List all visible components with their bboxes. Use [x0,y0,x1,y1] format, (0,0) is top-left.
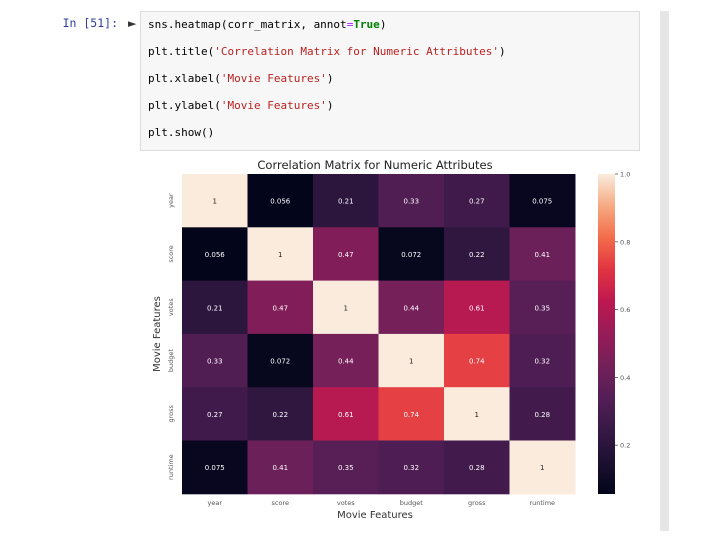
colorbar-tick-label: 0.8 [620,238,630,246]
heatmap-annotation: 0.21 [338,198,354,206]
heatmap-annotation: 0.41 [272,464,288,472]
vertical-scrollbar[interactable] [660,11,669,531]
heatmap-annotation: 0.33 [207,358,223,366]
heatmap-annotation: 0.072 [401,251,421,259]
x-tick-label-year: year [207,499,222,507]
heatmap-annotation: 0.075 [205,464,225,472]
chart-title: Correlation Matrix for Numeric Attribute… [257,158,492,172]
heatmap-annotation: 0.075 [532,198,552,206]
heatmap-annotation: 0.056 [205,251,226,259]
x-tick-label-budget: budget [400,499,423,507]
y-tick-label-runtime: runtime [167,454,175,480]
heatmap-chart: Correlation Matrix for Numeric Attribute… [152,158,630,521]
cell-prompt: In [51]: [62,16,118,30]
y-axis-label: Movie Features [152,296,163,372]
colorbar-tick-label: 1.0 [620,171,630,179]
x-tick-label-gross: gross [468,499,486,507]
code-cell[interactable]: sns.heatmap(corr_matrix, annot=True) plt… [140,11,640,151]
heatmap-annotation: 0.74 [469,358,485,366]
heatmap-annotation: 0.35 [338,464,354,472]
heatmap-annotation: 0.072 [270,358,290,366]
colorbar-tick-label: 0.6 [620,306,630,314]
heatmap-annotation: 1 [409,358,413,366]
heatmap-annotation: 1 [278,251,282,259]
x-axis-label: Movie Features [337,510,413,521]
colorbar-tick-label: 0.2 [620,442,630,450]
x-tick-label-runtime: runtime [529,499,555,507]
heatmap-annotation: 0.056 [270,198,291,206]
heatmap-annotation: 0.74 [403,411,419,419]
y-tick-label-year: year [167,193,175,208]
heatmap-annotation: 0.33 [403,198,419,206]
run-indicator-icon[interactable]: ► [128,17,136,30]
heatmap-annotation: 0.47 [272,304,288,312]
x-tick-label-votes: votes [337,499,355,507]
code-line-1: sns.heatmap(corr_matrix, annot=True) [148,18,387,31]
heatmap-annotation: 0.44 [403,304,419,312]
heatmap-annotation: 0.21 [207,304,223,312]
y-tick-label-votes: votes [167,298,175,316]
heatmap-annotation: 0.27 [207,411,223,419]
code-line-5: plt.show() [148,126,215,139]
heatmap-annotation: 0.47 [338,251,354,259]
heatmap-annotation: 0.35 [534,304,550,312]
heatmap-annotation: 0.44 [338,358,354,366]
heatmap-annotation: 0.27 [469,198,485,206]
heatmap-annotation: 0.61 [469,304,485,312]
y-tick-label-budget: budget [167,349,175,372]
heatmap-annotation: 0.61 [338,411,354,419]
colorbar [598,174,615,494]
y-tick-labels: year score votes budget gross runtime [167,193,175,480]
heatmap-annotation: 0.22 [272,411,288,419]
heatmap-annotation: 0.28 [534,411,550,419]
code-line-4: plt.ylabel('Movie Features') [148,99,334,112]
heatmap-cells [182,174,576,495]
x-tick-label-score: score [272,499,289,507]
x-tick-labels: year score votes budget gross runtime [207,499,555,507]
y-tick-label-gross: gross [167,405,175,423]
y-tick-label-score: score [167,245,175,262]
colorbar-ticks: 0.2 0.4 0.6 0.8 1.0 [615,171,630,450]
colorbar-tick-label: 0.4 [620,374,630,382]
code-line-3: plt.xlabel('Movie Features') [148,72,334,85]
heatmap-annotation: 1 [540,464,544,472]
heatmap-annotation: 1 [344,304,348,312]
heatmap-annotation: 0.22 [469,251,485,259]
heatmap-annotation: 0.32 [403,464,419,472]
code-line-2: plt.title('Correlation Matrix for Numeri… [148,45,506,58]
heatmap-annotation: 0.41 [534,251,550,259]
heatmap-annotation: 0.28 [469,464,485,472]
heatmap-annotation: 1 [213,198,217,206]
cell-output: Correlation Matrix for Numeric Attribute… [140,152,650,544]
heatmap-annotation: 1 [475,411,479,419]
heatmap-annotation: 0.32 [534,358,550,366]
